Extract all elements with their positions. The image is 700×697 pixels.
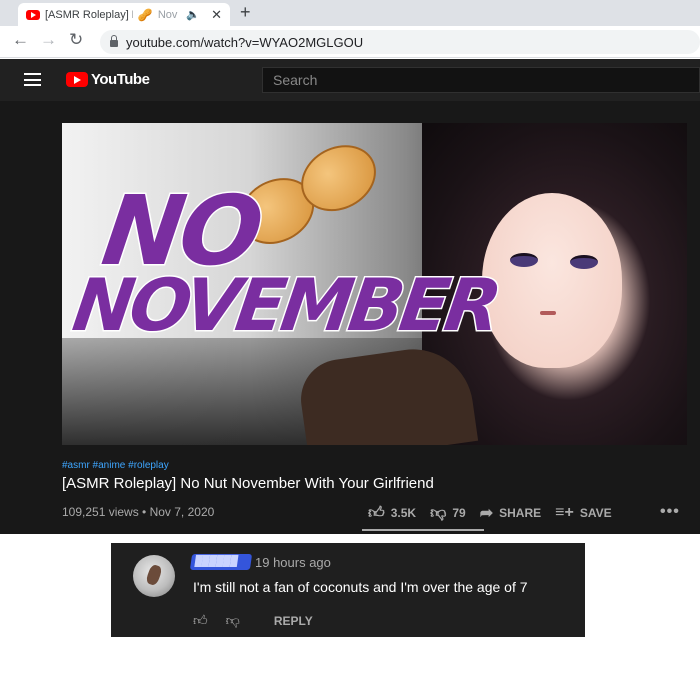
hashtags[interactable]: #asmr #anime #roleplay	[62, 460, 687, 471]
video-meta: #asmr #anime #roleplay [ASMR Roleplay] N…	[62, 460, 687, 492]
video-stats-row: 109,251 views • Nov 7, 2020 👍︎ 3.5K 👎︎ 7…	[62, 503, 687, 525]
comment-timestamp[interactable]: 19 hours ago	[255, 555, 331, 570]
video-actions: 👍︎ 3.5K 👎︎ 79 ➦ SHARE ≡+ SAVE	[368, 503, 626, 523]
thumbs-down-icon: 👎︎	[430, 504, 447, 522]
video-title: [ASMR Roleplay] No Nut November With You…	[62, 475, 434, 492]
url-text: youtube.com/watch?v=WYAO2MGLGOU	[126, 34, 364, 50]
save-label: SAVE	[579, 506, 612, 520]
tab-title: [ASMR Roleplay] No	[45, 8, 133, 21]
browser-tab[interactable]: [ASMR Roleplay] No 🥜 Nov 🔈 ✕	[18, 3, 230, 26]
close-icon[interactable]: ✕	[211, 7, 222, 23]
dislike-button[interactable]: 👎︎ 79	[430, 504, 466, 523]
playlist-add-icon: ≡+	[555, 504, 574, 521]
thumbnail-character-eye	[510, 253, 538, 267]
thumbs-up-icon: 👍︎	[368, 504, 385, 522]
youtube-logo-text: YouTube	[91, 71, 150, 88]
hamburger-menu-icon[interactable]	[24, 73, 41, 86]
youtube-favicon-icon	[26, 9, 40, 20]
speaker-icon[interactable]: 🔈	[186, 8, 200, 21]
lock-icon	[110, 35, 118, 47]
thumbnail-character-face	[482, 193, 622, 368]
thumbs-up-icon[interactable]: 👍︎	[193, 612, 208, 629]
youtube-header: YouTube Search	[0, 59, 700, 101]
search-input[interactable]: Search	[262, 67, 700, 93]
thumbs-down-icon[interactable]: 👎︎	[226, 612, 240, 629]
reply-button[interactable]: REPLY	[274, 614, 313, 628]
comment-actions: 👍︎ 👎︎ REPLY	[193, 612, 313, 629]
sentiment-bar	[362, 529, 484, 531]
share-button[interactable]: ➦ SHARE	[480, 503, 541, 523]
browser-toolbar: ← → ↻ youtube.com/watch?v=WYAO2MGLGOU	[0, 26, 700, 58]
thumbnail-character-mouth	[540, 311, 556, 315]
comment-username[interactable]: ██████	[189, 554, 253, 570]
youtube-logo[interactable]: YouTube	[66, 71, 150, 88]
avatar[interactable]	[133, 555, 175, 597]
forward-arrow-icon[interactable]: →	[40, 30, 57, 50]
share-arrow-icon: ➦	[479, 505, 494, 522]
address-bar[interactable]: youtube.com/watch?v=WYAO2MGLGOU	[100, 30, 700, 54]
share-label: SHARE	[499, 506, 542, 520]
reload-icon[interactable]: ↻	[69, 30, 83, 50]
save-button[interactable]: ≡+ SAVE	[555, 504, 611, 522]
plus-icon[interactable]: +	[240, 2, 251, 23]
thumbnail-text-november: NOVEMBER	[67, 262, 505, 349]
more-icon[interactable]: •••	[660, 503, 680, 521]
video-player[interactable]: NO NOVEMBER	[62, 123, 687, 445]
youtube-logo-icon	[66, 72, 88, 87]
comment-panel: ██████ 19 hours ago I'm still not a fan …	[111, 543, 585, 637]
dislike-count: 79	[452, 506, 466, 520]
view-count-date: 109,251 views • Nov 7, 2020	[62, 505, 215, 519]
tab-title-tail: Nov	[157, 8, 178, 21]
thumbnail-character-eye	[570, 255, 598, 269]
like-button[interactable]: 👍︎ 3.5K	[368, 504, 416, 523]
peanut-icon: 🥜	[137, 7, 153, 22]
like-count: 3.5K	[390, 506, 417, 520]
back-arrow-icon[interactable]: ←	[12, 30, 29, 50]
browser-tab-strip: [ASMR Roleplay] No 🥜 Nov 🔈 ✕ +	[0, 0, 700, 26]
comment-text: I'm still not a fan of coconuts and I'm …	[193, 579, 528, 595]
